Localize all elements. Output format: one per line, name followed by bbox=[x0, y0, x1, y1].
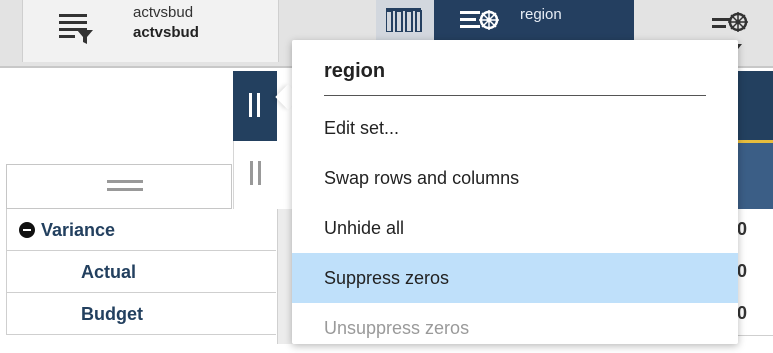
region-tile-label: region bbox=[520, 6, 562, 23]
column-dimension-handle[interactable] bbox=[233, 141, 278, 209]
menu-divider bbox=[324, 95, 706, 96]
cell-value: 0 bbox=[737, 219, 748, 239]
menu-item-unhide-all[interactable]: Unhide all bbox=[292, 203, 738, 253]
row-label: Budget bbox=[81, 304, 143, 324]
columns-icon bbox=[385, 8, 422, 37]
columns-tile[interactable] bbox=[376, 0, 436, 44]
list-gear-icon bbox=[460, 6, 500, 41]
dimension-name: actvsbud bbox=[133, 4, 194, 21]
table-cell: 0 bbox=[737, 251, 773, 294]
menu-item-edit-set[interactable]: Edit set... bbox=[292, 103, 738, 153]
row-label: Variance bbox=[41, 220, 116, 240]
column-header bbox=[737, 143, 773, 209]
menu-title: region bbox=[324, 60, 386, 82]
drag-handle-icon bbox=[249, 93, 260, 117]
table-cell: 0 bbox=[737, 293, 773, 336]
menu-item-swap-rows-columns[interactable]: Swap rows and columns bbox=[292, 153, 738, 203]
dimension-tile-actvsbud[interactable]: actvsbud actvsbud bbox=[22, 0, 279, 62]
row-label: Actual bbox=[81, 262, 137, 282]
column-header-dark bbox=[737, 71, 773, 141]
filter-list-icon bbox=[59, 14, 93, 49]
table-row-budget[interactable]: Budget bbox=[6, 293, 276, 335]
drag-handle-icon bbox=[250, 161, 261, 185]
equals-icon bbox=[107, 180, 143, 192]
table-cell: 0 bbox=[737, 209, 773, 252]
context-menu: region Edit set... Swap rows and columns… bbox=[292, 40, 738, 344]
cell-value: 0 bbox=[737, 261, 748, 281]
menu-item-suppress-zeros[interactable]: Suppress zeros bbox=[292, 253, 738, 303]
region-dimension-tile[interactable]: region bbox=[434, 0, 634, 44]
table-row-actual[interactable]: Actual bbox=[6, 251, 276, 293]
cell-value: 0 bbox=[737, 303, 748, 323]
table-row-variance[interactable]: Variance bbox=[6, 209, 276, 251]
collapse-icon[interactable] bbox=[19, 222, 35, 238]
menu-item-unsuppress-zeros: Unsuppress zeros bbox=[324, 318, 470, 338]
row-header-resize[interactable] bbox=[6, 164, 232, 209]
row-dimension-handle[interactable] bbox=[233, 71, 277, 141]
dimension-selection: actvsbud bbox=[133, 24, 199, 41]
